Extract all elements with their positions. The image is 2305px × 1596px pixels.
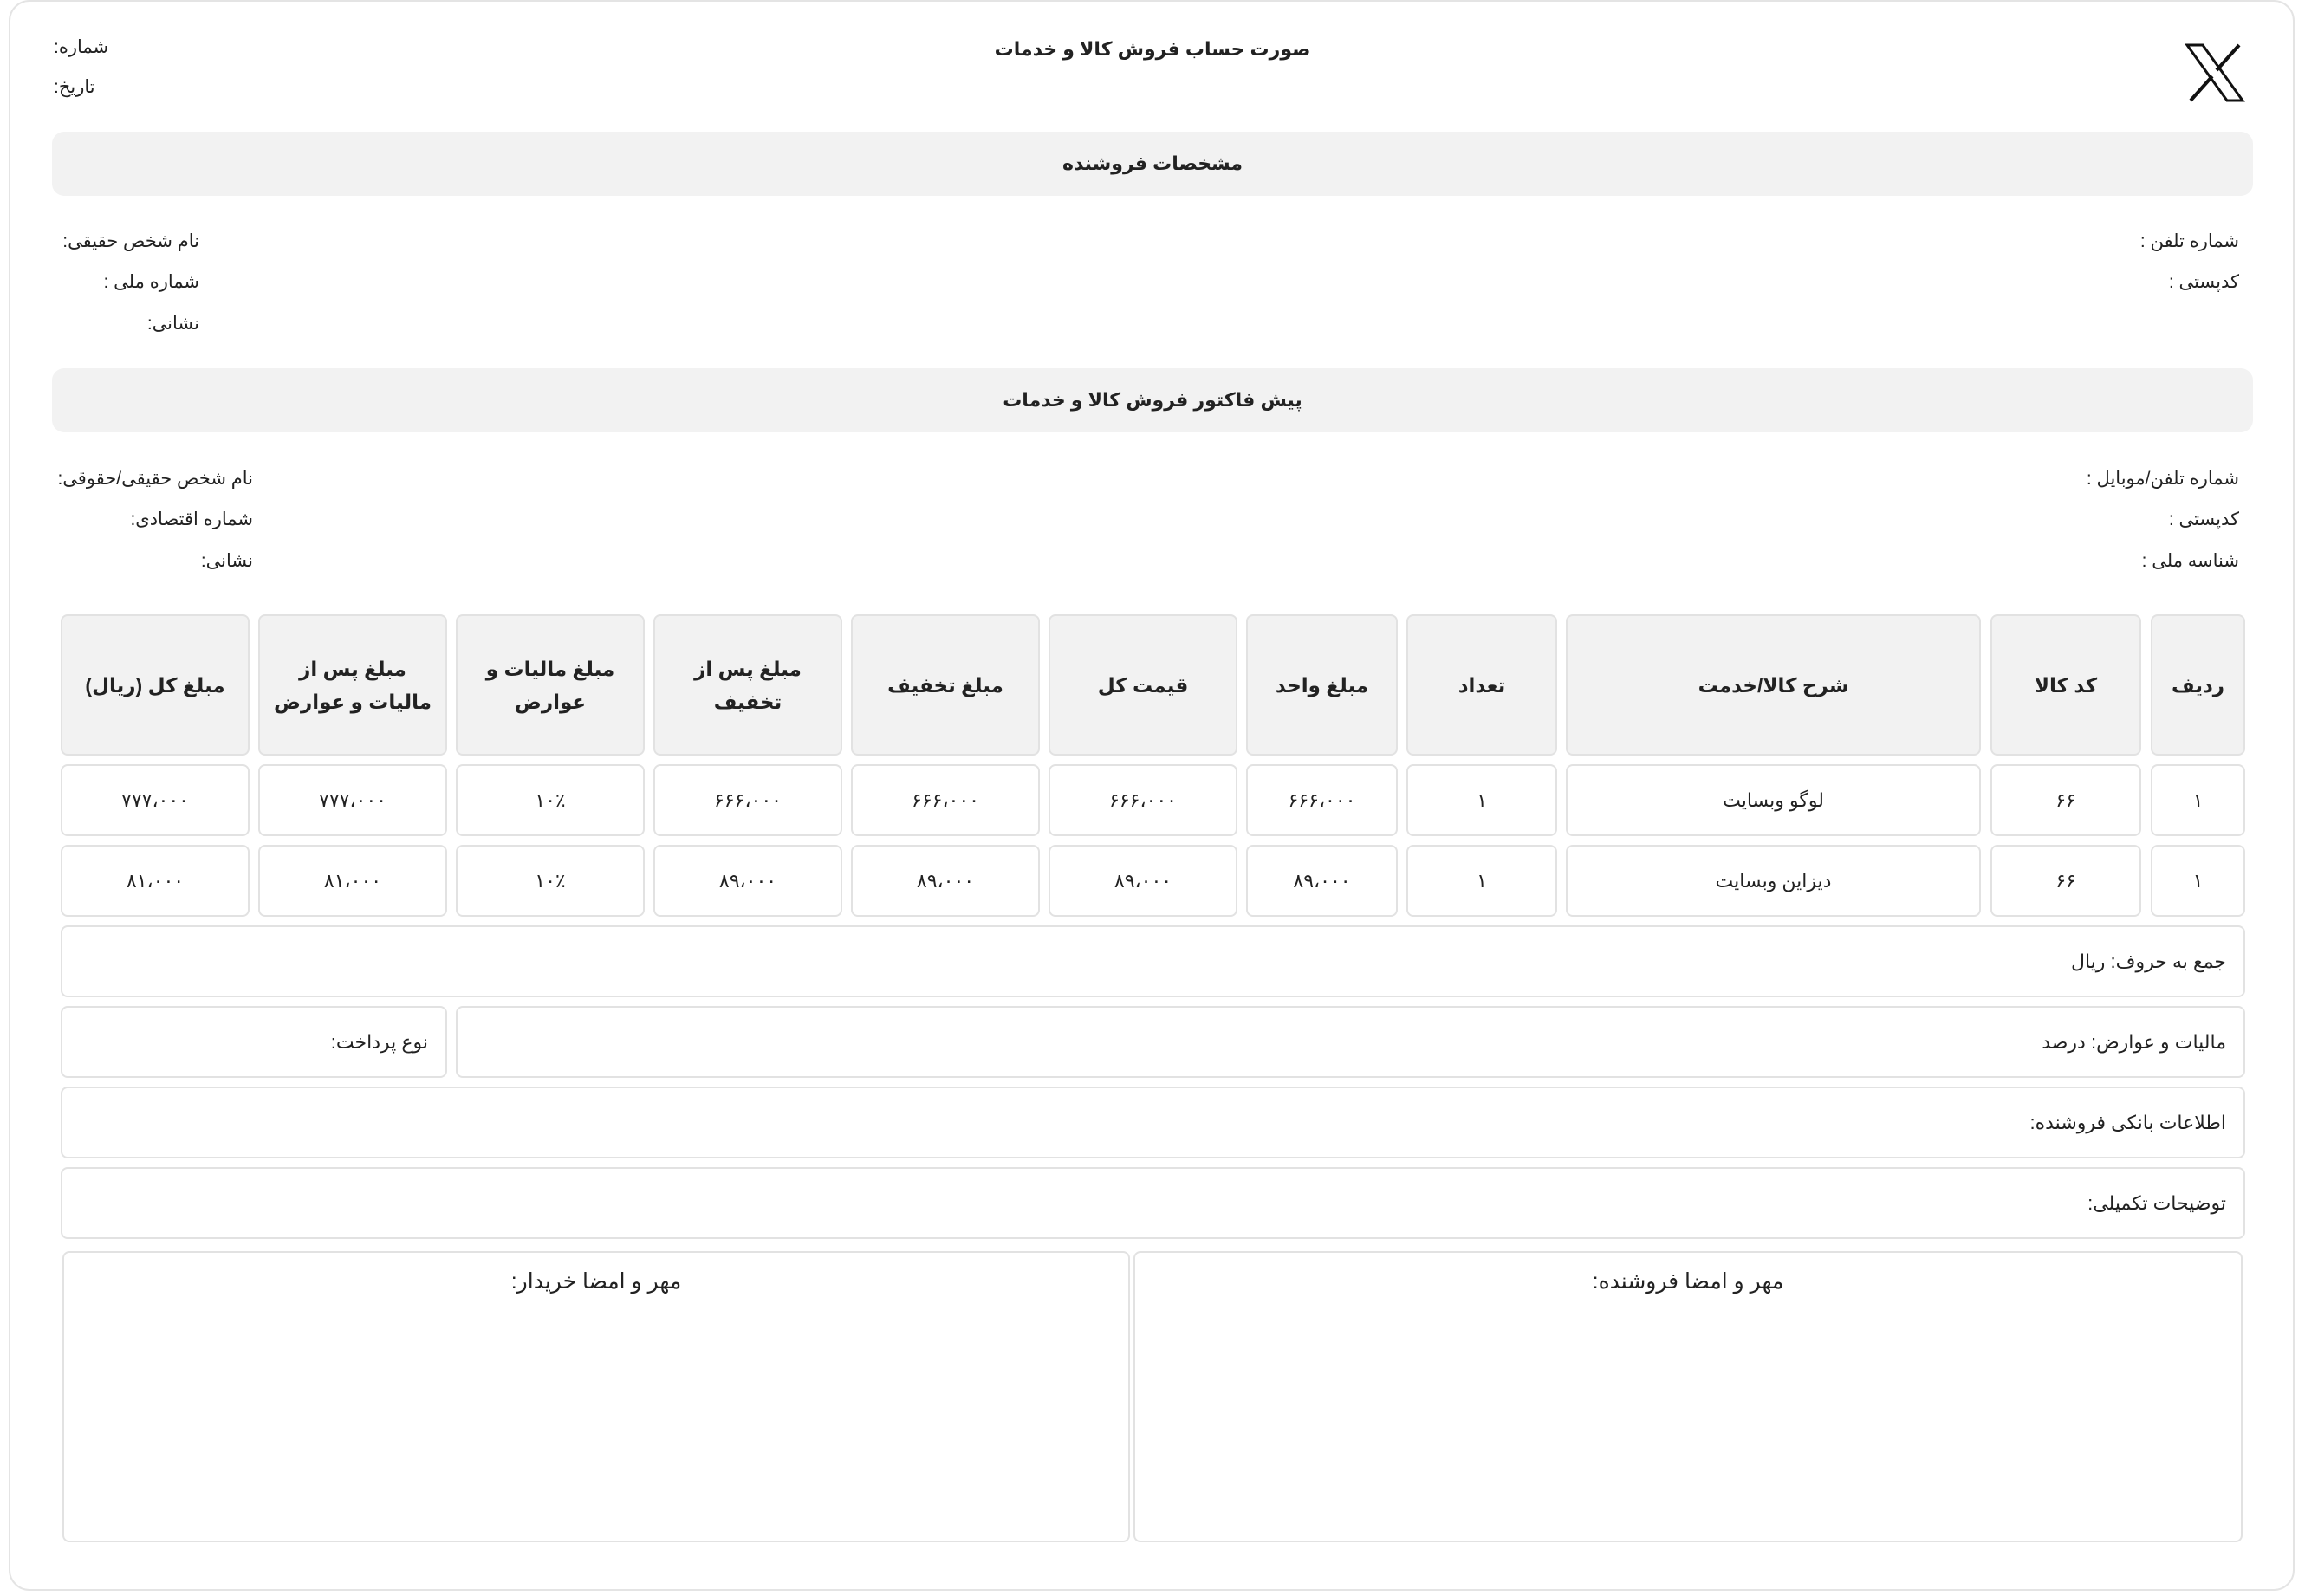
col-header-unit-price: مبلغ واحد	[1246, 614, 1398, 756]
table-cell-grand-total: ۸۱،۰۰۰	[61, 845, 250, 917]
col-header-product-code: کد کالا	[1990, 614, 2141, 756]
buyer-name-label: نام شخص حقیقی/حقوقی:	[57, 469, 253, 489]
buyer-section-title: پیش فاکتور فروش کالا و خدمات	[52, 368, 2253, 432]
date-label: تاریخ:	[54, 77, 95, 97]
buyer-signature-label: مهر و امضا خریدار:	[510, 1269, 682, 1294]
number-label: شماره:	[54, 37, 109, 57]
seller-signature-box: مهر و امضا فروشنده:	[1133, 1251, 2243, 1542]
payment-type-label: نوع پرداخت:	[61, 1006, 447, 1078]
table-cell-row-number: ۱	[2151, 845, 2245, 917]
table-cell-after-tax: ۸۱،۰۰۰	[258, 845, 447, 917]
table-cell-product-code: ۶۶	[1990, 764, 2141, 836]
buyer-postal-label: کدپستی :	[2168, 509, 2239, 529]
notes-label: توضیحات تکمیلی:	[61, 1167, 2245, 1239]
seller-postal-label: کدپستی :	[2168, 272, 2239, 292]
total-in-words: جمع به حروف: ریال	[61, 925, 2245, 997]
table-cell-quantity: ۱	[1406, 764, 1557, 836]
col-header-quantity: تعداد	[1406, 614, 1557, 756]
table-cell-grand-total: ۷۷۷،۰۰۰	[61, 764, 250, 836]
table-cell-description: لوگو وبسایت	[1566, 764, 1981, 836]
invoice-title: صورت حساب فروش کالا و خدمات	[994, 38, 1311, 60]
seller-address-label: نشانی:	[146, 314, 199, 334]
table-cell-total-price: ۸۹،۰۰۰	[1049, 845, 1237, 917]
table-cell-after-discount: ۸۹،۰۰۰	[653, 845, 842, 917]
table-cell-discount: ۸۹،۰۰۰	[851, 845, 1040, 917]
table-cell-unit-price: ۶۶۶،۰۰۰	[1246, 764, 1398, 836]
buyer-signature-box: مهر و امضا خریدار:	[62, 1251, 1130, 1542]
buyer-address-label: نشانی:	[200, 551, 253, 571]
col-header-row-number: ردیف	[2151, 614, 2245, 756]
table-cell-product-code: ۶۶	[1990, 845, 2141, 917]
table-cell-after-tax: ۷۷۷،۰۰۰	[258, 764, 447, 836]
table-cell-quantity: ۱	[1406, 845, 1557, 917]
table-cell-after-discount: ۶۶۶،۰۰۰	[653, 764, 842, 836]
col-header-grand-total: مبلغ کل (ریال)	[61, 614, 250, 756]
table-cell-row-number: ۱	[2151, 764, 2245, 836]
seller-signature-label: مهر و امضا فروشنده:	[1592, 1269, 1784, 1294]
seller-national-id-label: شماره ملی :	[103, 272, 200, 292]
table-cell-tax: ۱۰٪	[456, 764, 645, 836]
x-logo-icon	[2185, 43, 2245, 102]
buyer-economic-label: شماره اقتصادی:	[130, 509, 253, 529]
seller-name-label: نام شخص حقیقی:	[62, 231, 199, 251]
table-cell-unit-price: ۸۹،۰۰۰	[1246, 845, 1398, 917]
table-cell-total-price: ۶۶۶،۰۰۰	[1049, 764, 1237, 836]
bank-info-label: اطلاعات بانکی فروشنده:	[61, 1087, 2245, 1158]
col-header-discount: مبلغ تخفیف	[851, 614, 1040, 756]
table-cell-description: دیزاین وبسایت	[1566, 845, 1981, 917]
table-cell-discount: ۶۶۶،۰۰۰	[851, 764, 1040, 836]
seller-phone-label: شماره تلفن :	[2139, 231, 2239, 251]
buyer-national-id-label: شناسه ملی :	[2141, 551, 2239, 571]
col-header-tax: مبلغ مالیات و عوارض	[456, 614, 645, 756]
table-cell-tax: ۱۰٪	[456, 845, 645, 917]
col-header-description: شرح کالا/خدمت	[1566, 614, 1981, 756]
col-header-total-price: قیمت کل	[1049, 614, 1237, 756]
tax-percent-label: مالیات و عوارض: درصد	[456, 1006, 2245, 1078]
seller-section-title: مشخصات فروشنده	[52, 132, 2253, 196]
col-header-after-discount: مبلغ پس از تخفیف	[653, 614, 842, 756]
buyer-phone-label: شماره تلفن/موبایل :	[2086, 469, 2239, 489]
col-header-after-tax: مبلغ پس از مالیات و عوارض	[258, 614, 447, 756]
